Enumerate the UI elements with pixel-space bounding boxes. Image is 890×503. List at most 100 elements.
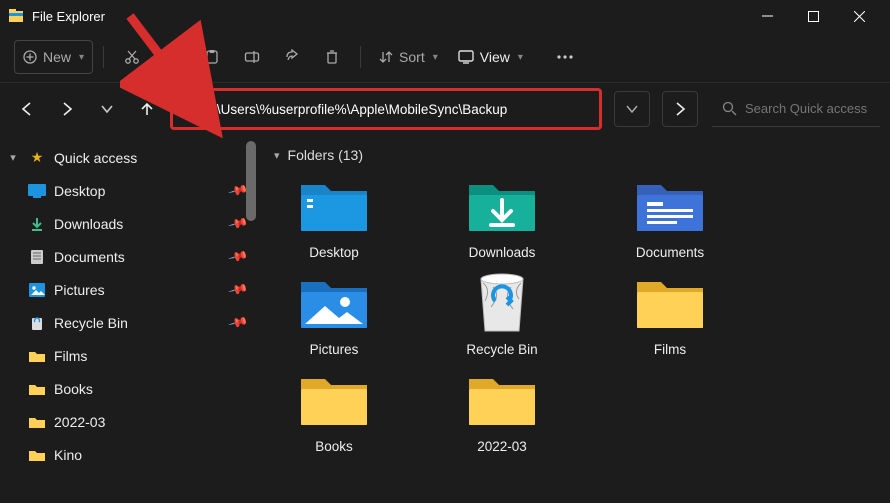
- content-area: ▾ Folders (13) Desktop Downloads Do: [256, 135, 890, 503]
- sidebar-item-recyclebin[interactable]: Recycle Bin 📌: [0, 306, 256, 339]
- up-button[interactable]: [130, 92, 164, 126]
- recyclebin-icon: [28, 314, 46, 332]
- folder-books[interactable]: Books: [274, 369, 394, 454]
- folder-icon: [28, 347, 46, 365]
- sidebar-item-label: Books: [54, 381, 93, 397]
- folder-icon: [631, 272, 709, 334]
- view-icon: [458, 50, 474, 64]
- sidebar-item-label: Kino: [54, 447, 82, 463]
- pictures-folder-icon: [295, 272, 373, 334]
- cut-button[interactable]: [114, 40, 150, 74]
- documents-icon: [28, 248, 46, 266]
- toolbar: New ▾ Sort ▾ View ▾: [0, 32, 890, 82]
- window-title: File Explorer: [32, 9, 744, 24]
- sidebar: ▾ ★ Quick access Desktop 📌 Downloads 📌 D…: [0, 135, 256, 503]
- plus-icon: [23, 50, 37, 64]
- refresh-button[interactable]: [662, 91, 698, 127]
- scrollbar[interactable]: [246, 141, 256, 221]
- folder-films[interactable]: Films: [610, 272, 730, 357]
- sidebar-item-label: Quick access: [54, 150, 137, 166]
- folder-label: Recycle Bin: [466, 342, 537, 357]
- address-history-button[interactable]: [614, 91, 650, 127]
- folder-label: Desktop: [309, 245, 359, 260]
- sidebar-item-desktop[interactable]: Desktop 📌: [0, 174, 256, 207]
- sidebar-item-label: Documents: [54, 249, 125, 265]
- sidebar-item-downloads[interactable]: Downloads 📌: [0, 207, 256, 240]
- folder-desktop[interactable]: Desktop: [274, 175, 394, 260]
- search-icon: [722, 101, 737, 116]
- sidebar-item-label: Films: [54, 348, 87, 364]
- chevron-down-icon: ▾: [79, 52, 84, 63]
- pin-icon: 📌: [227, 312, 249, 334]
- share-button[interactable]: [274, 40, 310, 74]
- sidebar-item-2022-03[interactable]: 2022-03: [0, 405, 256, 438]
- sidebar-quick-access[interactable]: ▾ ★ Quick access: [0, 141, 256, 174]
- new-button[interactable]: New ▾: [14, 40, 93, 74]
- minimize-button[interactable]: [744, 0, 790, 32]
- documents-folder-icon: [631, 175, 709, 237]
- more-button[interactable]: [547, 40, 583, 74]
- maximize-button[interactable]: [790, 0, 836, 32]
- view-label: View: [480, 49, 510, 65]
- downloads-folder-icon: [463, 175, 541, 237]
- paste-button[interactable]: [194, 40, 230, 74]
- folder-icon: [28, 446, 46, 464]
- chevron-down-icon: ▾: [518, 52, 523, 63]
- titlebar: File Explorer: [0, 0, 890, 32]
- folder-downloads[interactable]: Downloads: [442, 175, 562, 260]
- chevron-down-icon: ▾: [274, 149, 280, 162]
- search-input[interactable]: [745, 101, 870, 116]
- sidebar-item-label: Desktop: [54, 183, 105, 199]
- sidebar-item-label: Downloads: [54, 216, 123, 232]
- folder-icon: [28, 380, 46, 398]
- folder-label: 2022-03: [477, 439, 527, 454]
- pictures-icon: [28, 281, 46, 299]
- folder-label: Books: [315, 439, 353, 454]
- view-button[interactable]: View ▾: [450, 40, 531, 74]
- recent-button[interactable]: [90, 92, 124, 126]
- new-label: New: [43, 49, 71, 65]
- sidebar-item-label: Pictures: [54, 282, 105, 298]
- folder-2022-03[interactable]: 2022-03: [442, 369, 562, 454]
- pin-icon: 📌: [227, 279, 249, 301]
- desktop-icon: [28, 182, 46, 200]
- folder-icon: [28, 413, 46, 431]
- chevron-down-icon: ▾: [433, 52, 438, 63]
- copy-button[interactable]: [154, 40, 190, 74]
- sidebar-item-label: 2022-03: [54, 414, 105, 430]
- folder-label: Films: [654, 342, 686, 357]
- sidebar-item-films[interactable]: Films: [0, 339, 256, 372]
- section-label: Folders (13): [288, 147, 363, 163]
- sidebar-item-label: Recycle Bin: [54, 315, 128, 331]
- sort-button[interactable]: Sort ▾: [371, 40, 446, 74]
- close-button[interactable]: [836, 0, 882, 32]
- separator: [360, 46, 361, 68]
- sidebar-item-kino[interactable]: Kino: [0, 438, 256, 471]
- folder-pictures[interactable]: Pictures: [274, 272, 394, 357]
- folders-section-header[interactable]: ▾ Folders (13): [274, 147, 872, 163]
- sidebar-item-pictures[interactable]: Pictures 📌: [0, 273, 256, 306]
- address-bar[interactable]: ★ C:\Users\%userprofile%\Apple\MobileSyn…: [170, 88, 602, 130]
- folder-documents[interactable]: Documents: [610, 175, 730, 260]
- folder-label: Documents: [636, 245, 704, 260]
- sort-icon: [379, 50, 393, 64]
- folder-label: Downloads: [469, 245, 536, 260]
- folder-icon: [463, 369, 541, 431]
- rename-button[interactable]: [234, 40, 270, 74]
- sidebar-item-documents[interactable]: Documents 📌: [0, 240, 256, 273]
- download-icon: [28, 215, 46, 233]
- forward-button[interactable]: [50, 92, 84, 126]
- back-button[interactable]: [10, 92, 44, 126]
- recyclebin-icon: [463, 272, 541, 334]
- folder-label: Pictures: [310, 342, 359, 357]
- folder-recyclebin[interactable]: Recycle Bin: [442, 272, 562, 357]
- delete-button[interactable]: [314, 40, 350, 74]
- navbar: ★ C:\Users\%userprofile%\Apple\MobileSyn…: [0, 83, 890, 135]
- sort-label: Sort: [399, 49, 425, 65]
- pin-icon: 📌: [227, 246, 249, 268]
- sidebar-item-books[interactable]: Books: [0, 372, 256, 405]
- chevron-down-icon: ▾: [6, 151, 20, 164]
- app-icon: [8, 8, 24, 24]
- search-box[interactable]: [712, 91, 880, 127]
- star-icon: ★: [28, 149, 46, 167]
